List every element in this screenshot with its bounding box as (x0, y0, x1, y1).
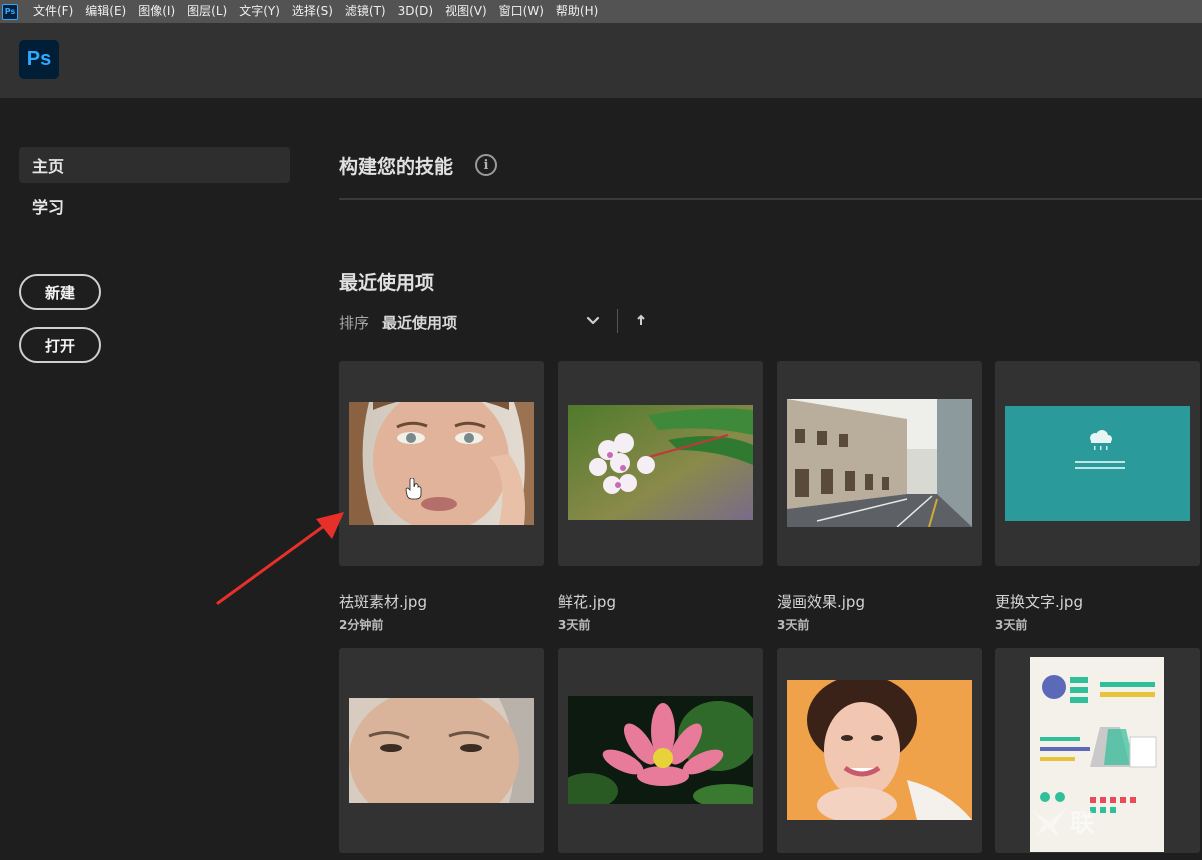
recent-file-time: 2分钟前 (339, 618, 384, 632)
menu-type[interactable]: 文字(Y) (233, 0, 286, 23)
sort-dropdown[interactable]: 最近使用项 (382, 312, 457, 333)
sidebar: 主页 学习 新建 打开 (0, 98, 300, 860)
recent-file-card[interactable] (777, 361, 982, 566)
recent-file-card[interactable] (995, 361, 1200, 566)
annotation-arrow-icon (216, 512, 344, 605)
hand-cursor-icon (405, 478, 422, 500)
recent-file-name[interactable]: 祛斑素材.jpg (339, 591, 427, 612)
recent-file-time: 3天前 (995, 618, 1028, 632)
recent-file-card[interactable] (558, 361, 763, 566)
menu-filter[interactable]: 滤镜(T) (339, 0, 392, 23)
recent-file-card[interactable] (558, 648, 763, 853)
recent-file-time: 3天前 (777, 618, 810, 632)
new-button[interactable]: 新建 (19, 274, 101, 310)
thumbnail-flower-branch (568, 405, 753, 520)
recent-file-time: 3天前 (558, 618, 591, 632)
sidebar-item-home[interactable]: 主页 (19, 147, 290, 183)
thumbnail-lotus (568, 696, 753, 804)
recent-file-name[interactable]: 鲜花.jpg (558, 591, 616, 612)
watermark: 联 (1030, 798, 1190, 842)
photoshop-app-icon[interactable]: Ps (2, 3, 18, 20)
recent-file-card[interactable] (339, 361, 544, 566)
recent-file-name[interactable]: 更换文字.jpg (995, 591, 1083, 612)
sort-ascending-icon[interactable] (633, 312, 649, 330)
menu-window[interactable]: 窗口(W) (493, 0, 550, 23)
recent-file-card[interactable] (339, 648, 544, 853)
watermark-logo-icon (1032, 806, 1068, 838)
sort-label: 排序 (339, 314, 370, 332)
watermark-text: 联 (1070, 808, 1096, 837)
skills-section-title: 构建您的技能 (339, 156, 454, 178)
sort-separator (617, 309, 618, 333)
menu-view[interactable]: 视图(V) (439, 0, 493, 23)
thumbnail-older-woman (349, 698, 534, 803)
photoshop-logo: Ps (19, 40, 59, 79)
menu-edit[interactable]: 编辑(E) (79, 0, 132, 23)
thumbnail-portrait-woman (349, 402, 534, 525)
thumbnail-street (787, 399, 972, 527)
sidebar-item-learn[interactable]: 学习 (19, 188, 290, 224)
open-button[interactable]: 打开 (19, 327, 101, 363)
thumbnail-smiling-woman (787, 680, 972, 820)
chevron-down-icon[interactable] (583, 311, 603, 331)
menu-image[interactable]: 图像(I) (132, 0, 181, 23)
thumbnail-teal-card (1005, 406, 1190, 521)
menu-3d[interactable]: 3D(D) (392, 0, 439, 23)
recent-file-card[interactable] (777, 648, 982, 853)
section-divider (339, 198, 1202, 200)
menu-file[interactable]: 文件(F) (27, 0, 79, 23)
recent-section-title: 最近使用项 (339, 272, 435, 294)
recent-file-name[interactable]: 漫画效果.jpg (777, 591, 865, 612)
menu-layer[interactable]: 图层(L) (181, 0, 233, 23)
info-icon[interactable]: i (475, 154, 497, 176)
menu-bar: Ps 文件(F) 编辑(E) 图像(I) 图层(L) 文字(Y) 选择(S) 滤… (0, 0, 1202, 23)
home-header: Ps (0, 23, 1202, 98)
menu-select[interactable]: 选择(S) (286, 0, 339, 23)
menu-help[interactable]: 帮助(H) (550, 0, 604, 23)
